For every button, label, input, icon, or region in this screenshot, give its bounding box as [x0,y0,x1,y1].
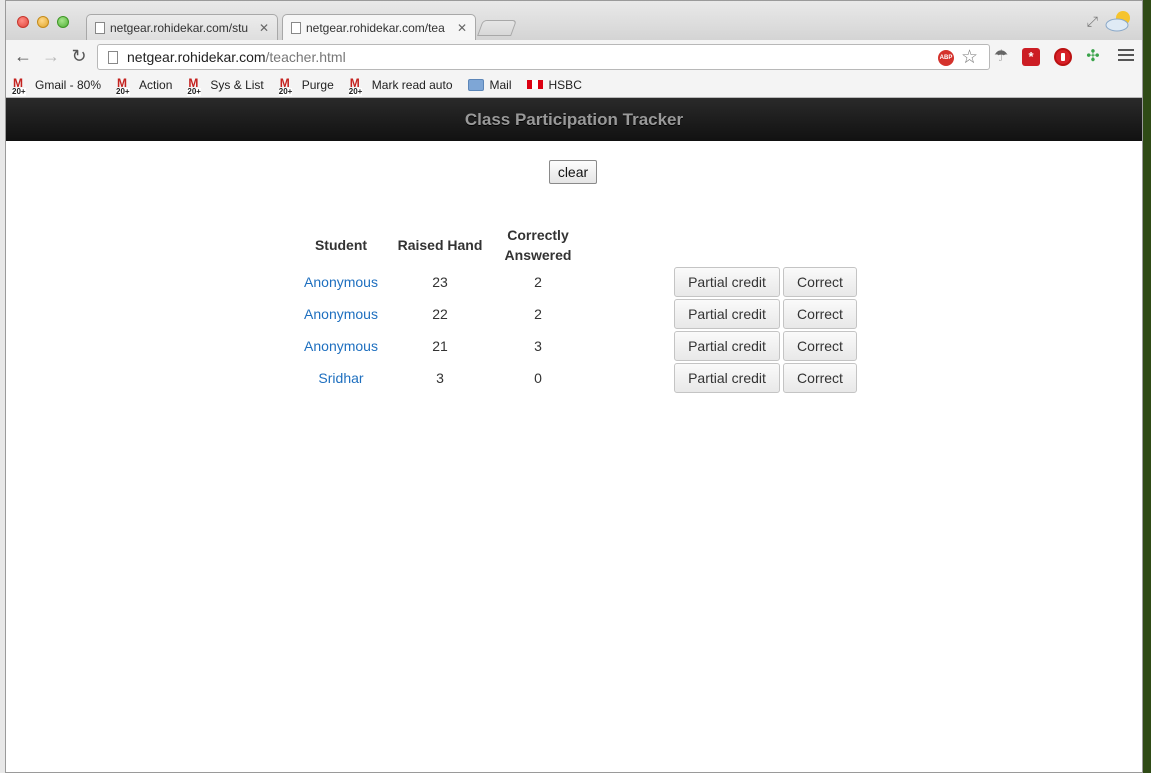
umbrella-extension-icon[interactable]: ☂ [992,48,1010,66]
page-icon [291,22,301,34]
tab-title: netgear.rohidekar.com/tea [306,21,445,35]
browser-toolbar: ← → ↻ netgear.rohidekar.com/teacher.html… [6,40,1142,72]
header-correctly: Correctly [507,227,569,243]
weather-icon[interactable] [1104,9,1134,33]
header-raised-hand: Raised Hand [397,237,483,253]
correct-button[interactable]: Correct [783,363,857,393]
table-row: Anonymous 22 2 Partial credit Correct [292,298,864,330]
tab-teacher[interactable]: netgear.rohidekar.com/tea ✕ [282,14,476,41]
page-icon [108,50,118,64]
bookmark-gmail[interactable]: M 20+ Gmail - 80% [12,75,102,96]
raised-hand-count: 22 [432,306,448,322]
page-content: Class Participation Tracker clear Studen… [6,98,1142,772]
page-title: Class Participation Tracker [464,110,684,129]
raised-hand-count: 23 [432,274,448,290]
stop-extension-icon[interactable] [1054,48,1072,66]
correct-count: 3 [534,338,542,354]
menu-icon[interactable] [1118,49,1134,63]
header-correctly-answered: Correctly Answered [490,224,586,266]
header-spacer [586,224,674,266]
bookmark-star-icon[interactable]: ☆ [961,46,978,69]
header-actions [674,224,864,266]
correct-count: 2 [534,274,542,290]
gmail-icon: M 20+ [348,75,363,96]
bookmarks-bar: M 20+ Gmail - 80% M 20+ Action M 20+ Sys & … [6,72,1142,98]
lastpass-extension-icon[interactable]: * [1022,48,1040,66]
correct-count: 2 [534,306,542,322]
bookmark-label: Gmail - 80% [35,77,102,92]
app-header: Class Participation Tracker [6,98,1142,141]
header-answered: Answered [504,247,572,263]
correct-button[interactable]: Correct [783,267,857,297]
tab-student[interactable]: netgear.rohidekar.com/stu ✕ [86,14,278,40]
adblock-icon[interactable]: ABP [938,50,954,66]
hsbc-icon [526,80,543,89]
student-link[interactable]: Anonymous [304,338,378,354]
raised-hand-count: 21 [432,338,448,354]
student-link[interactable]: Anonymous [304,274,378,290]
back-arrow-icon[interactable]: ← [13,46,33,66]
bookmark-sys-list[interactable]: M 20+ Sys & List [187,75,264,96]
participation-table: Student Raised Hand Correctly Answered A… [292,224,864,394]
partial-credit-button[interactable]: Partial credit [674,299,780,329]
bookmark-hsbc[interactable]: HSBC [526,77,582,92]
table-row: Sridhar 3 0 Partial credit Correct [292,362,864,394]
reload-icon[interactable]: ↻ [69,46,89,66]
bookmark-mark-read-auto[interactable]: M 20+ Mark read auto [348,75,453,96]
tab-strip: netgear.rohidekar.com/stu ✕ netgear.rohi… [6,1,1142,41]
bookmark-label: Sys & List [210,77,264,92]
partial-credit-button[interactable]: Partial credit [674,363,780,393]
gmail-icon: M 20+ [187,75,201,96]
new-tab-button[interactable] [477,20,517,36]
bookmark-purge[interactable]: M 20+ Purge [278,75,334,96]
arrows-extension-icon[interactable]: ✣ [1084,48,1102,66]
table-row: Anonymous 21 3 Partial credit Correct [292,330,864,362]
bookmark-label: HSBC [548,77,582,92]
bookmark-label: Action [139,77,173,92]
gmail-icon: M 20+ [116,75,130,96]
browser-window: netgear.rohidekar.com/stu ✕ netgear.rohi… [5,0,1143,773]
url-path: /teacher.html [265,49,346,65]
partial-credit-button[interactable]: Partial credit [674,331,780,361]
folder-icon [467,78,484,91]
window-minimize-button[interactable] [37,16,49,28]
bookmark-label: Purge [301,77,334,92]
tab-close-icon[interactable]: ✕ [259,21,269,35]
correct-button[interactable]: Correct [783,331,857,361]
table-header-row: Student Raised Hand Correctly Answered [292,224,864,266]
bookmark-mail-folder[interactable]: Mail [467,77,512,92]
address-bar[interactable]: netgear.rohidekar.com/teacher.html [97,44,990,70]
bookmark-label: Mail [489,77,512,92]
bookmark-label: Mark read auto [371,77,453,92]
raised-hand-count: 3 [436,370,444,386]
fullscreen-icon[interactable]: ⤢ [1087,13,1098,30]
correct-button[interactable]: Correct [783,299,857,329]
clear-button[interactable]: clear [549,160,597,184]
window-zoom-button[interactable] [57,16,69,28]
bookmark-action[interactable]: M 20+ Action [116,75,173,96]
tab-close-icon[interactable]: ✕ [457,21,467,35]
page-icon [95,21,105,34]
tab-title: netgear.rohidekar.com/stu [110,20,249,35]
desktop-background-right [1143,0,1151,773]
header-student: Student [314,237,368,253]
student-link[interactable]: Anonymous [304,306,378,322]
forward-arrow-icon[interactable]: → [41,46,61,66]
student-link[interactable]: Sridhar [318,370,363,386]
window-close-button[interactable] [17,16,29,28]
partial-credit-button[interactable]: Partial credit [674,267,780,297]
table-row: Anonymous 23 2 Partial credit Correct [292,266,864,298]
url-host: netgear.rohidekar.com [127,49,266,65]
gmail-icon: M 20+ [278,75,293,96]
gmail-icon: M 20+ [12,75,26,96]
correct-count: 0 [534,370,542,386]
